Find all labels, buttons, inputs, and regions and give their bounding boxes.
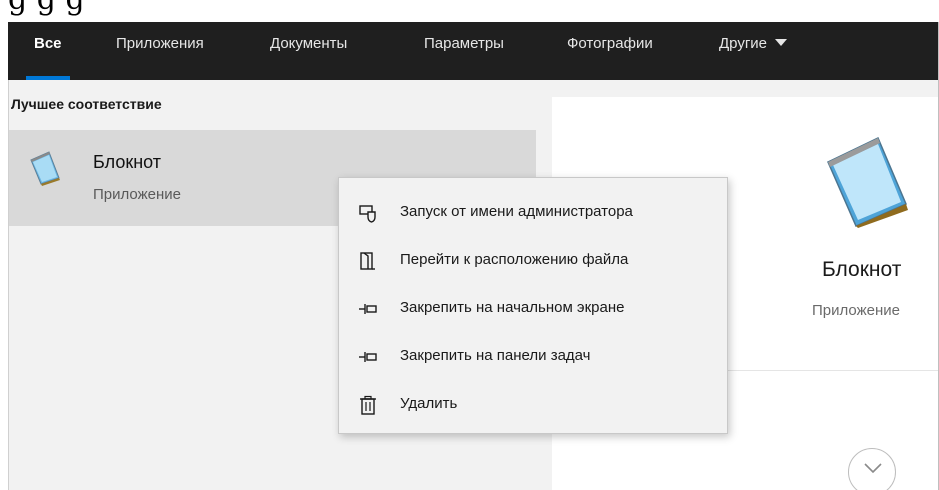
menu-uninstall[interactable]: Удалить <box>340 382 726 428</box>
chevron-down-icon <box>864 463 882 474</box>
tab-label: Все <box>34 35 62 52</box>
result-type: Приложение <box>93 186 181 203</box>
preview-name: Блокнот <box>822 258 902 281</box>
open-file-location-icon <box>360 252 375 270</box>
menu-open-file-location[interactable]: Перейти к расположению файла <box>340 238 726 284</box>
tab-other[interactable]: Другие <box>719 22 788 80</box>
tab-label: Документы <box>270 35 348 52</box>
menu-run-as-admin[interactable]: Запуск от имени администратора <box>340 190 726 236</box>
notepad-icon <box>827 136 908 228</box>
context-menu: Запуск от имени администратора Перейти к… <box>338 177 728 434</box>
preview-type: Приложение <box>812 302 900 319</box>
result-name: Блокнот <box>93 152 162 172</box>
tab-documents[interactable]: Документы <box>270 22 347 80</box>
menu-item-label: Закрепить на начальном экране <box>400 299 625 316</box>
tab-label: Приложения <box>116 35 204 52</box>
notepad-icon <box>30 151 60 186</box>
cropped-text: g g g <box>8 0 85 17</box>
tab-label: Параметры <box>424 35 504 52</box>
menu-item-label: Удалить <box>400 395 458 412</box>
pin-icon <box>359 352 377 362</box>
cropped-top-text: g g g <box>0 0 939 22</box>
tab-settings[interactable]: Параметры <box>424 22 504 80</box>
menu-item-label: Запуск от имени администратора <box>400 203 633 220</box>
run-as-admin-icon <box>359 205 376 223</box>
tab-photos[interactable]: Фотографии <box>567 22 653 80</box>
tab-label: Фотографии <box>567 35 653 52</box>
tab-all[interactable]: Все <box>26 22 70 80</box>
tab-apps[interactable]: Приложения <box>116 22 204 80</box>
menu-item-label: Закрепить на панели задач <box>400 347 591 364</box>
menu-item-label: Перейти к расположению файла <box>400 251 629 268</box>
menu-pin-to-taskbar[interactable]: Закрепить на панели задач <box>340 334 726 380</box>
expand-button[interactable] <box>848 448 896 490</box>
caret-down-icon <box>775 38 788 46</box>
section-title: Лучшее соответствие <box>11 96 162 112</box>
trash-icon <box>360 395 376 415</box>
menu-pin-to-start[interactable]: Закрепить на начальном экране <box>340 286 726 332</box>
pin-icon <box>359 304 377 314</box>
search-filter-tabbar: Все Приложения Документы Параметры Фотог… <box>8 22 939 80</box>
tab-label: Другие <box>719 35 768 52</box>
